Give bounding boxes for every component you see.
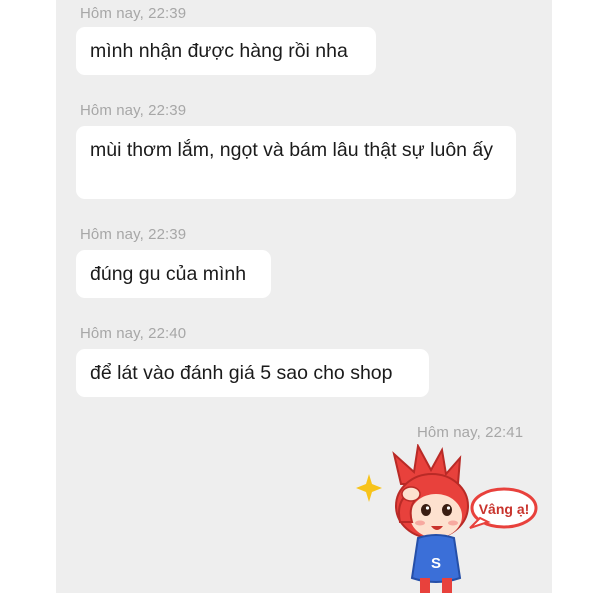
reply-timestamp: Hôm nay, 22:41 bbox=[417, 424, 524, 441]
sticker-mascot-saluting[interactable]: S Vâng ạ! bbox=[356, 444, 552, 593]
message-timestamp: Hôm nay, 22:39 bbox=[80, 102, 187, 119]
message-bubble[interactable]: để lát vào đánh giá 5 sao cho shop bbox=[76, 349, 429, 397]
chat-panel: Hôm nay, 22:39 mình nhận được hàng rồi n… bbox=[56, 0, 552, 593]
message-timestamp: Hôm nay, 22:39 bbox=[80, 226, 187, 243]
message-bubble[interactable]: mùi thơm lắm, ngọt và bám lâu thật sự lu… bbox=[76, 126, 516, 199]
sticker-text: Vâng ạ! bbox=[479, 501, 530, 517]
message-timestamp: Hôm nay, 22:39 bbox=[80, 5, 187, 22]
message-timestamp: Hôm nay, 22:40 bbox=[80, 325, 187, 342]
message-bubble[interactable]: đúng gu của mình bbox=[76, 250, 271, 298]
sparkle-icon bbox=[356, 474, 382, 502]
shirt-letter: S bbox=[431, 555, 441, 572]
message-bubble[interactable]: mình nhận được hàng rồi nha bbox=[76, 27, 376, 75]
